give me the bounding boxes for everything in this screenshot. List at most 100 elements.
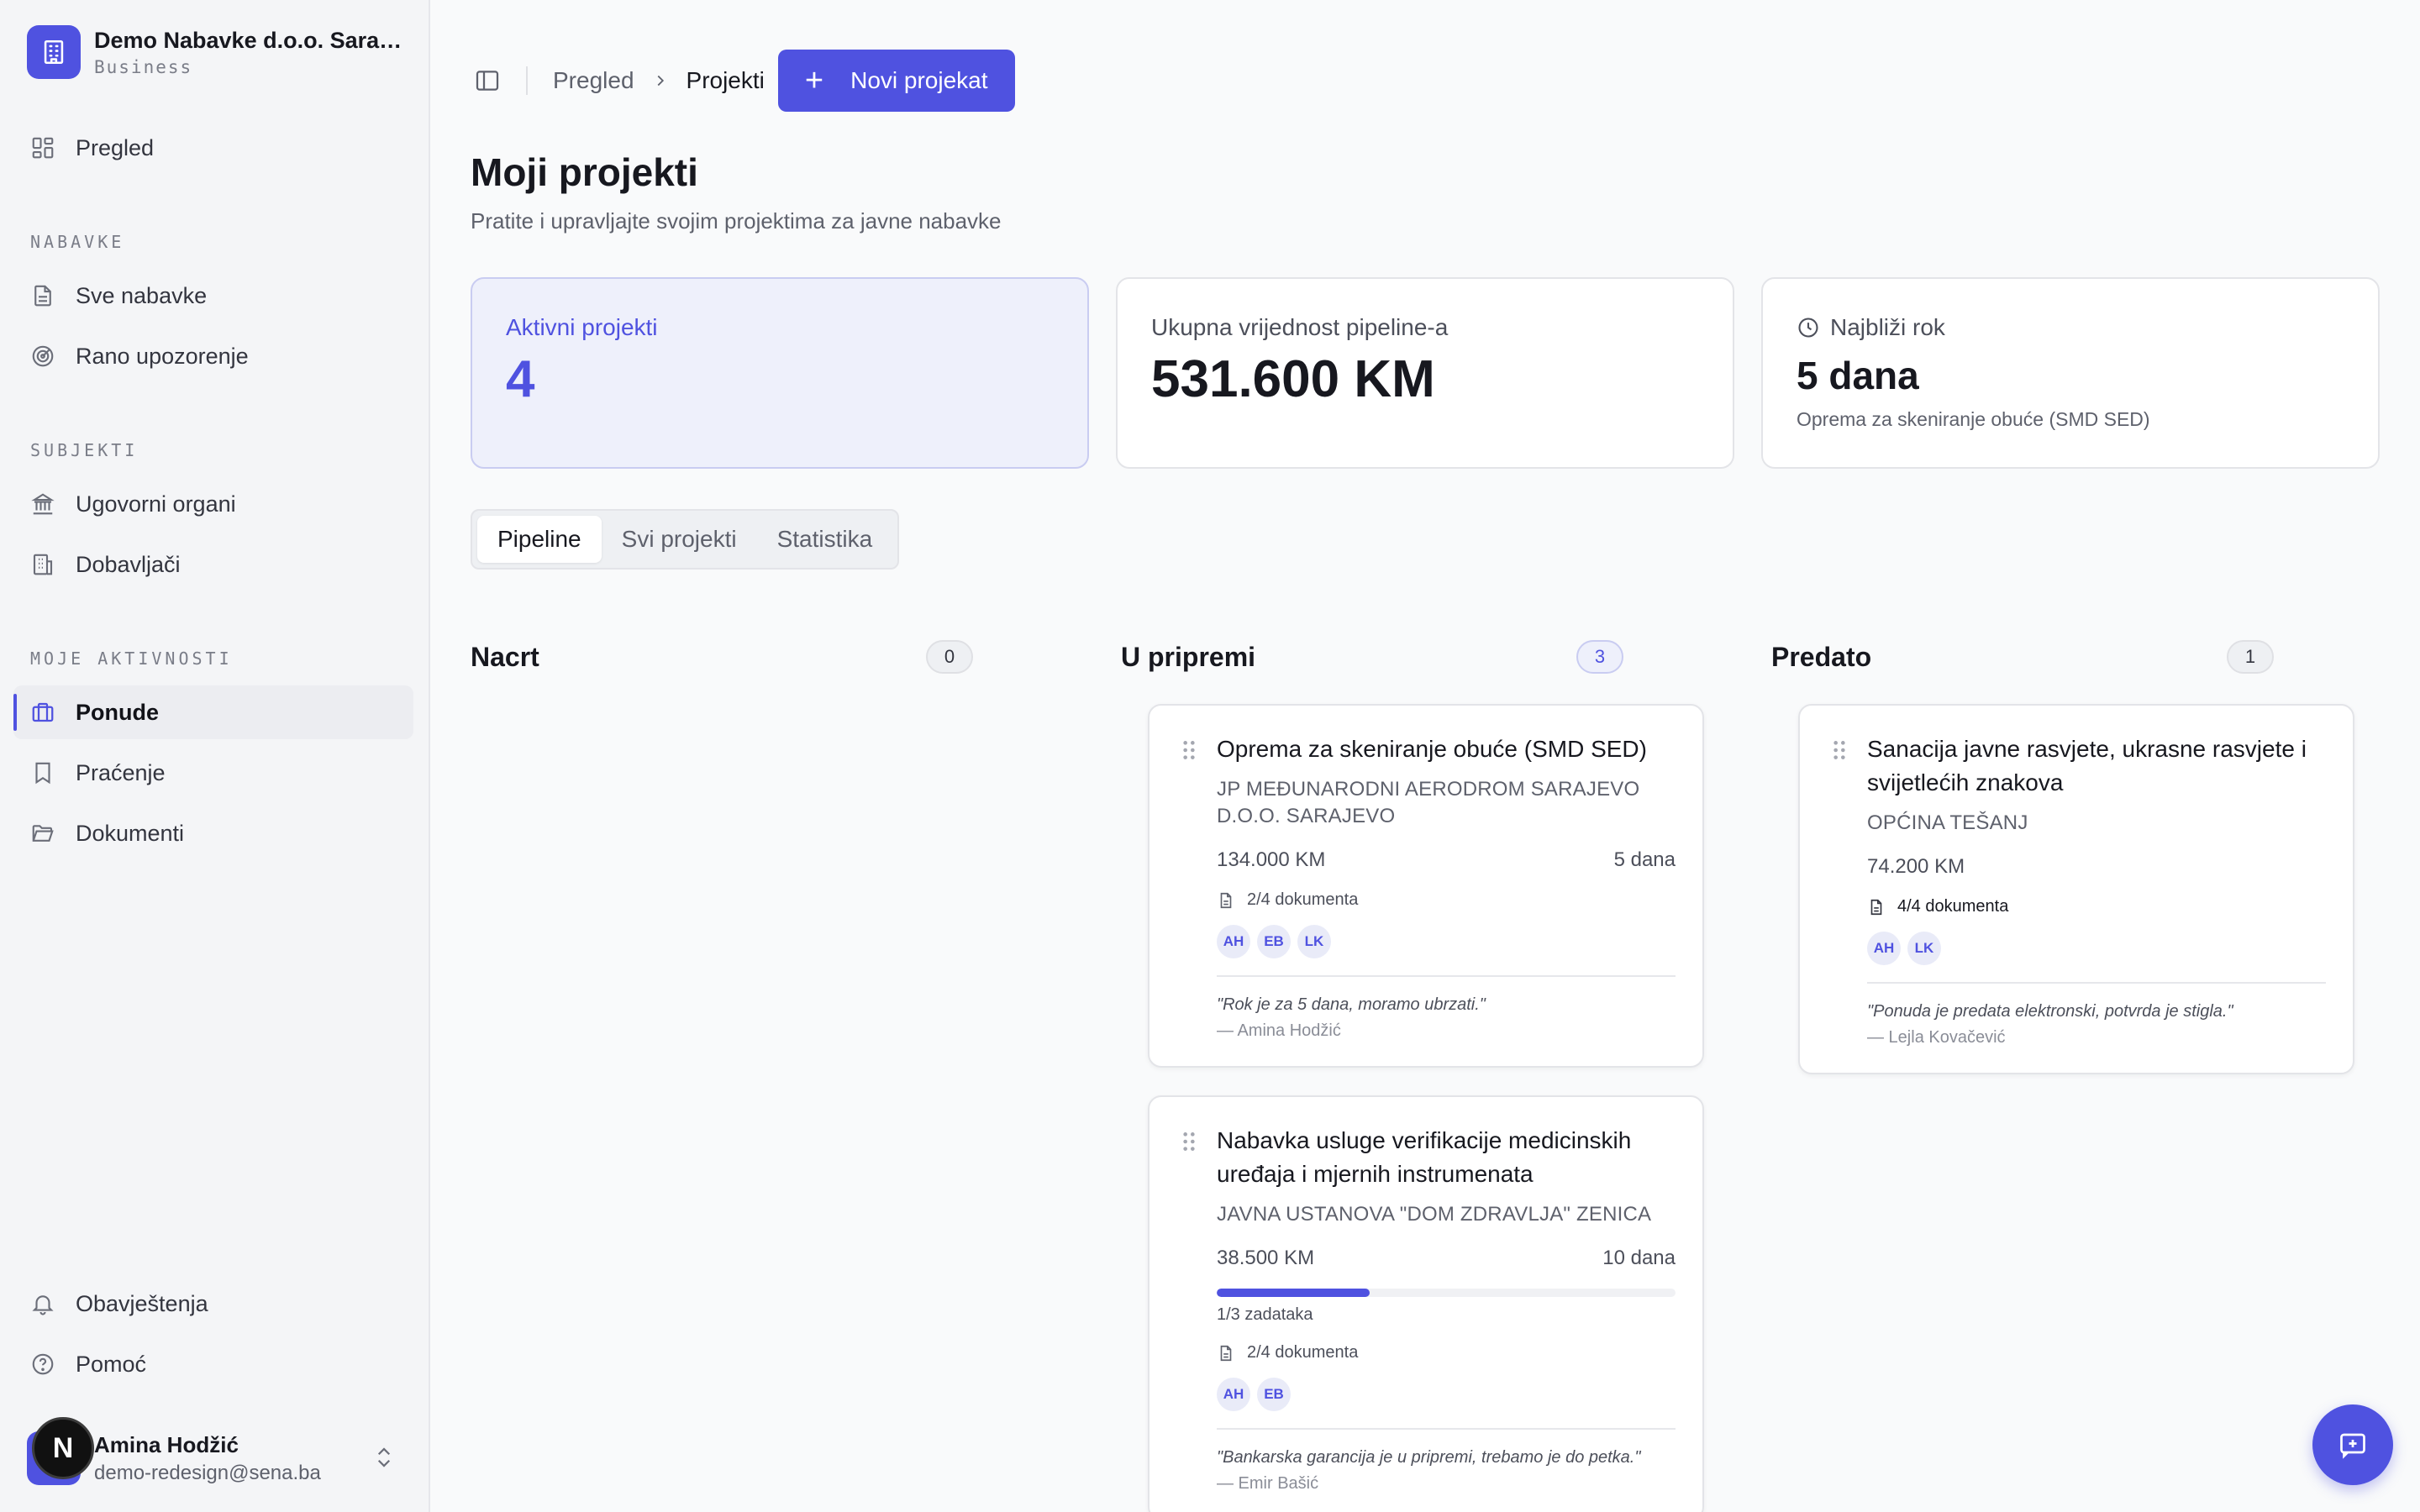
- bookmark-icon: [35, 762, 50, 785]
- document-icon: [34, 285, 51, 307]
- sidebar-item-obavjestenja[interactable]: Obavještenja: [13, 1277, 413, 1331]
- sidebar-item-dobavljaci[interactable]: Dobavljači: [13, 538, 413, 591]
- stat-value: 531.600 KM: [1151, 350, 1435, 408]
- column-count: 1: [2227, 640, 2274, 674]
- sidebar-toggle-icon[interactable]: [474, 67, 501, 94]
- new-project-label: Novi projekat: [850, 67, 988, 93]
- avatar: AH: [1867, 932, 1901, 965]
- message-plus-icon: [2340, 1433, 2365, 1459]
- card-assignees: AH LK: [1867, 932, 2326, 965]
- project-card[interactable]: Oprema za skeniranje obuće (SMD SED) JP …: [1148, 704, 1704, 1068]
- org-name: Demo Nabavke d.o.o. Sarajevo: [94, 27, 403, 53]
- sidebar-item-dokumenti[interactable]: Dokumenti: [13, 806, 413, 860]
- user-email: demo-redesign@sena.ba: [94, 1461, 321, 1484]
- org-plan: Business: [94, 56, 193, 77]
- project-card[interactable]: Nabavka usluge verifikacije medicinskih …: [1148, 1095, 1704, 1512]
- card-title: Nabavka usluge verifikacije medicinskih …: [1217, 1127, 1632, 1187]
- stat-subtext: Oprema za skeniranje obuće (SMD SED): [1797, 408, 2150, 430]
- card-value: 38.500 KM: [1217, 1247, 1315, 1269]
- card-deadline: 5 dana: [1613, 848, 1676, 871]
- documents-count: 2/4 dokumenta: [1247, 890, 1359, 909]
- card-title: Oprema za skeniranje obuće (SMD SED): [1217, 736, 1647, 762]
- stat-active-projects[interactable]: Aktivni projekti 4: [471, 277, 1089, 469]
- briefcase-icon: [32, 702, 54, 722]
- column-nacrt: Nacrt 0: [444, 630, 1000, 684]
- main-content: Pregled Projekti + Novi projekat Moji pr…: [432, 0, 2420, 1512]
- sidebar-item-label: Sve nabavke: [76, 282, 208, 308]
- divider: [1217, 975, 1676, 977]
- help-circle-icon: [32, 1353, 54, 1375]
- page-subtitle: Pratite i upravljajte svojim projektima …: [471, 208, 1002, 234]
- stat-nearest-deadline: Najbliži rok 5 dana Oprema za skeniranje…: [1761, 277, 2380, 469]
- card-comment-author: — Lejla Kovačević: [1867, 1028, 2006, 1047]
- card-deadline: 10 dana: [1602, 1247, 1676, 1269]
- divider: [1217, 1428, 1676, 1430]
- new-project-button[interactable]: + Novi projekat: [777, 50, 1015, 112]
- avatar: AH: [1217, 1378, 1250, 1411]
- tab-svi-projekti[interactable]: Svi projekti: [602, 516, 757, 563]
- card-documents: 2/4 dokumenta: [1217, 1343, 1676, 1362]
- stat-pipeline-value: Ukupna vrijednost pipeline-a 531.600 KM: [1116, 277, 1734, 469]
- stat-value: 4: [506, 350, 535, 408]
- drag-handle-icon[interactable]: [1181, 739, 1197, 761]
- sidebar-item-label: Dokumenti: [76, 820, 185, 846]
- sidebar-item-sve-nabavke[interactable]: Sve nabavke: [13, 269, 413, 323]
- feedback-button[interactable]: [2312, 1404, 2393, 1485]
- column-count: 3: [1576, 640, 1623, 674]
- breadcrumb-projekti: Projekti: [686, 67, 765, 93]
- documents-count: 4/4 dokumenta: [1897, 897, 2009, 916]
- radar-icon: [32, 345, 54, 367]
- topbar: Pregled Projekti + Novi projekat: [474, 49, 1015, 113]
- stat-label: Najbliži rok: [1830, 314, 1945, 340]
- card-value: 134.000 KM: [1217, 848, 1326, 871]
- sidebar-item-pracenje[interactable]: Praćenje: [13, 746, 413, 800]
- file-icon: [1220, 1345, 1232, 1361]
- card-assignees: AH EB LK: [1217, 925, 1676, 958]
- sidebar-item-ugovorni-organi[interactable]: Ugovorni organi: [13, 477, 413, 531]
- avatar: EB: [1257, 925, 1291, 958]
- documents-count: 2/4 dokumenta: [1247, 1343, 1359, 1362]
- building-icon: [33, 554, 53, 575]
- page-title: Moji projekti: [471, 150, 698, 194]
- project-card[interactable]: Sanacija javne rasvjete, ukrasne rasvjet…: [1798, 704, 2354, 1074]
- avatar: LK: [1297, 925, 1331, 958]
- tab-statistika[interactable]: Statistika: [757, 516, 893, 563]
- sidebar-item-label: Ponude: [76, 699, 159, 725]
- file-icon: [1220, 892, 1232, 908]
- sidebar-item-ponude[interactable]: Ponude: [13, 685, 413, 739]
- user-name: Amina Hodžić: [94, 1431, 239, 1457]
- sidebar-item-rano-upozorenje[interactable]: Rano upozorenje: [13, 329, 413, 383]
- sidebar-item-label: Ugovorni organi: [76, 491, 236, 517]
- avatar: AH: [1217, 925, 1250, 958]
- sidebar-item-pregled[interactable]: Pregled: [13, 121, 413, 175]
- chevron-right-icon: [657, 75, 664, 87]
- stat-label: Aktivni projekti: [506, 314, 658, 340]
- column-count: 0: [926, 640, 973, 674]
- drag-handle-icon[interactable]: [1832, 739, 1847, 761]
- column-title: Nacrt: [471, 641, 539, 672]
- task-progress-label: 1/3 zadataka: [1217, 1305, 1313, 1324]
- sidebar-item-label: Rano upozorenje: [76, 343, 249, 369]
- view-tabs: Pipeline Svi projekti Statistika: [471, 509, 900, 570]
- org-switcher[interactable]: Demo Nabavke d.o.o. Sarajevo Business: [27, 25, 403, 79]
- divider: [1867, 982, 2326, 984]
- task-progress-bar: [1217, 1289, 1676, 1297]
- section-nabavke: NABAVKE: [30, 232, 125, 252]
- sidebar: Demo Nabavke d.o.o. Sarajevo Business Pr…: [0, 0, 430, 1512]
- dashboard-icon: [32, 137, 54, 159]
- stat-label: Ukupna vrijednost pipeline-a: [1151, 314, 1449, 340]
- building-icon: [27, 25, 81, 79]
- card-organization: JAVNA USTANOVA "DOM ZDRAVLJA" ZENICA: [1217, 1203, 1652, 1226]
- file-icon: [1870, 899, 1882, 915]
- avatar: LK: [1907, 932, 1941, 965]
- sidebar-item-pomoc[interactable]: Pomoć: [13, 1337, 413, 1391]
- folder-open-icon: [32, 825, 54, 842]
- card-comment-author: — Emir Bašić: [1217, 1474, 1319, 1493]
- breadcrumb-pregled[interactable]: Pregled: [553, 67, 634, 94]
- avatar: EB: [1257, 1378, 1291, 1411]
- dev-tools-badge[interactable]: N: [32, 1417, 94, 1479]
- column-title: Predato: [1771, 641, 1872, 672]
- tab-pipeline[interactable]: Pipeline: [477, 516, 602, 563]
- column-predato: Predato 1: [1744, 630, 2301, 684]
- drag-handle-icon[interactable]: [1181, 1131, 1197, 1152]
